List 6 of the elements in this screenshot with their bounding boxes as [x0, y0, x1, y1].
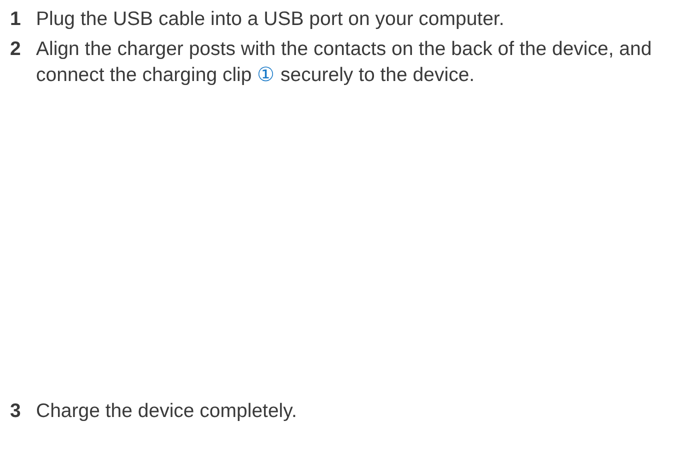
step-text: Align the charger posts with the contacts on the back of the device, and connect the charging clip ① securely to the device. — [36, 37, 653, 88]
step-number: 1 — [10, 7, 22, 32]
step-number: 3 — [10, 399, 22, 424]
step-text: Plug the USB cable into a USB port on your computer. — [36, 7, 506, 32]
step-number: 2 — [10, 37, 22, 62]
step-text: Charge the device completely. — [36, 399, 298, 424]
